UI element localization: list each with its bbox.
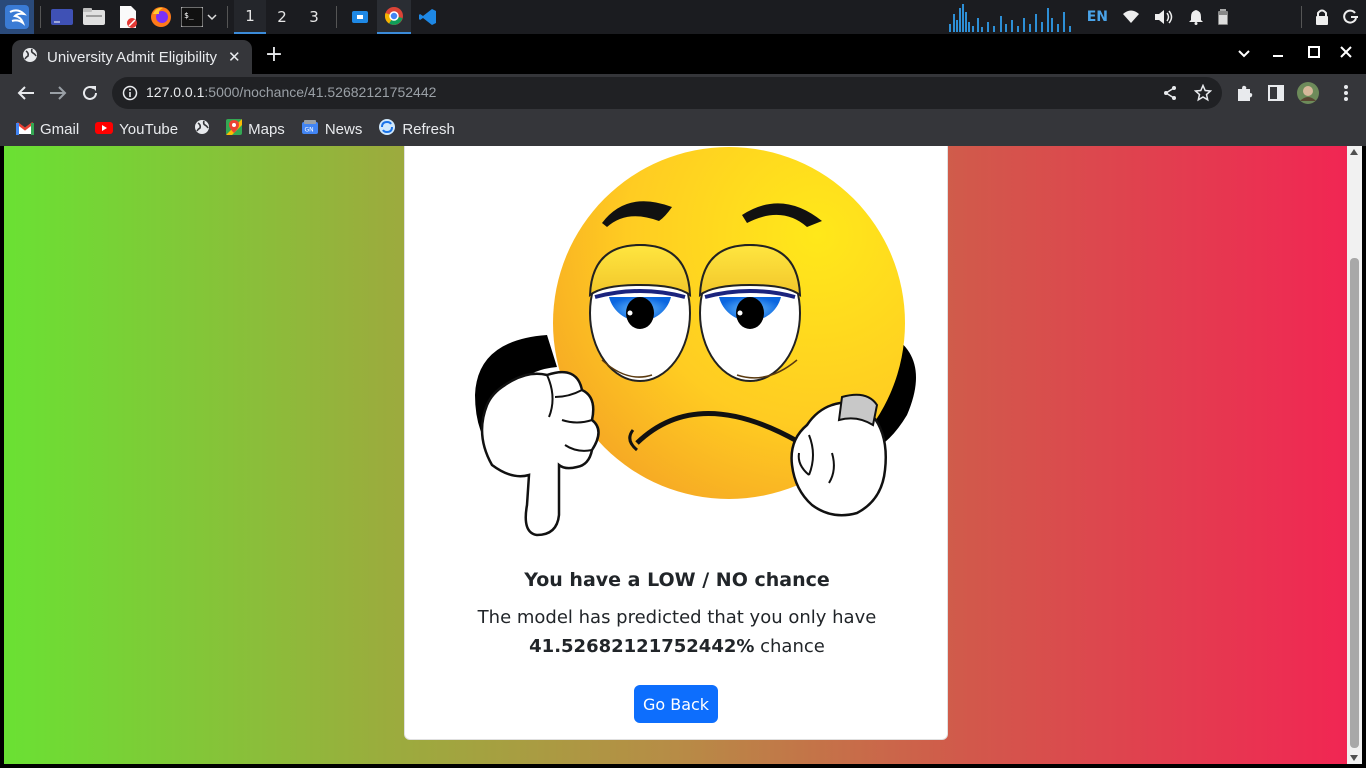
- taskbar-separator: [336, 6, 337, 28]
- scrollbar-thumb[interactable]: [1350, 258, 1359, 748]
- bookmark-label: Maps: [248, 120, 285, 138]
- tab-strip: University Admit Eligibility ✕ +: [0, 34, 1366, 74]
- bookmark-youtube[interactable]: YouTube: [95, 120, 178, 139]
- gmail-icon: [16, 120, 34, 139]
- page-scrollbar[interactable]: [1347, 146, 1362, 764]
- bookmark-label: Gmail: [40, 120, 80, 138]
- kali-menu-icon[interactable]: [0, 0, 34, 34]
- browser-toolbar: 127.0.0.1:5000/nochance/41.5268212175244…: [0, 74, 1366, 112]
- taskbar-separator: [227, 6, 228, 28]
- svg-text:$_: $_: [184, 11, 194, 20]
- reload-icon[interactable]: [78, 81, 102, 105]
- minimize-button[interactable]: [1266, 44, 1290, 64]
- result-description: The model has predicted that you only ha…: [405, 603, 949, 661]
- menu-kebab-icon[interactable]: [1334, 81, 1358, 105]
- page-viewport: You have a LOW / NO chance The model has…: [4, 146, 1347, 764]
- go-back-button[interactable]: Go Back: [634, 685, 718, 723]
- bookmark-gmail[interactable]: Gmail: [16, 120, 79, 139]
- back-arrow-icon[interactable]: [14, 81, 38, 105]
- tab-search-chevron-icon[interactable]: [1232, 44, 1256, 64]
- tab-title: University Admit Eligibility: [47, 48, 218, 66]
- notification-bell-icon[interactable]: [1188, 0, 1204, 34]
- scroll-down-arrow-icon[interactable]: [1350, 755, 1358, 761]
- cpu-graph: [945, 0, 1073, 34]
- scroll-up-arrow-icon[interactable]: [1350, 149, 1358, 155]
- terminal-icon[interactable]: $_: [177, 0, 221, 34]
- profile-avatar[interactable]: [1296, 81, 1320, 105]
- maps-icon: [226, 119, 243, 139]
- bookmark-label: Refresh: [402, 120, 455, 138]
- tab-university-admit[interactable]: University Admit Eligibility ✕: [12, 40, 252, 74]
- address-bar[interactable]: 127.0.0.1:5000/nochance/41.5268212175244…: [112, 77, 1222, 109]
- volume-icon[interactable]: [1154, 0, 1174, 34]
- bookmark-label: YouTube: [119, 120, 179, 138]
- url-text[interactable]: 127.0.0.1:5000/nochance/41.5268212175244…: [146, 84, 436, 100]
- bookmark-maps[interactable]: Maps: [226, 119, 285, 139]
- forward-arrow-icon[interactable]: [46, 81, 70, 105]
- battery-icon[interactable]: [1218, 0, 1228, 34]
- wifi-icon[interactable]: [1122, 0, 1140, 34]
- bookmark-news[interactable]: GN News: [301, 119, 363, 139]
- system-tray: EN: [938, 0, 1366, 34]
- workspace-1[interactable]: 1: [234, 0, 266, 34]
- workspace-2[interactable]: 2: [266, 0, 298, 34]
- result-percent: 41.52682121752442%: [529, 636, 755, 657]
- url-path: :5000/nochance/41.52682121752442: [204, 84, 437, 100]
- window-border: [0, 764, 1366, 768]
- share-icon[interactable]: [1162, 85, 1178, 105]
- window-border: [1362, 146, 1366, 768]
- result-card: You have a LOW / NO chance The model has…: [404, 146, 948, 740]
- window-thumbnail-icon[interactable]: [343, 0, 377, 34]
- vscode-icon[interactable]: [411, 0, 445, 34]
- svg-text:GN: GN: [304, 127, 313, 134]
- side-panel-icon[interactable]: [1264, 81, 1288, 105]
- globe-icon: [194, 119, 210, 139]
- file-manager-icon[interactable]: [77, 0, 111, 34]
- bookmark-refresh[interactable]: Refresh: [378, 118, 455, 140]
- close-tab-icon[interactable]: ✕: [228, 48, 241, 66]
- new-tab-button[interactable]: +: [262, 44, 286, 68]
- youtube-icon: [95, 120, 114, 139]
- logout-icon[interactable]: [1343, 0, 1359, 34]
- chrome-icon[interactable]: [377, 0, 411, 34]
- news-icon: GN: [301, 119, 319, 139]
- workspace-3[interactable]: 3: [298, 0, 330, 34]
- desktop-icon[interactable]: [47, 0, 77, 34]
- url-host: 127.0.0.1: [146, 84, 205, 100]
- extensions-puzzle-icon[interactable]: [1232, 81, 1256, 105]
- sad-thumbs-down-emoji-image: [475, 147, 916, 537]
- site-info-icon[interactable]: [122, 85, 138, 105]
- bookmark-label: News: [324, 120, 363, 138]
- close-window-button[interactable]: [1334, 44, 1358, 64]
- text-editor-icon[interactable]: [111, 0, 145, 34]
- bookmark-star-icon[interactable]: [1193, 83, 1213, 106]
- language-indicator[interactable]: EN: [1087, 0, 1108, 34]
- bookmark-globe[interactable]: [194, 119, 210, 139]
- taskbar-separator: [40, 6, 41, 28]
- result-percent-suffix: chance: [754, 636, 825, 657]
- refresh-icon: [378, 118, 396, 140]
- result-line: The model has predicted that you only ha…: [477, 607, 877, 628]
- os-taskbar: $_ 1 2 3 EN: [0, 0, 1366, 34]
- firefox-icon[interactable]: [145, 0, 177, 34]
- lock-icon[interactable]: [1315, 0, 1329, 34]
- result-heading: You have a LOW / NO chance: [524, 569, 830, 591]
- browser-window: University Admit Eligibility ✕ + 127.0.0…: [0, 34, 1366, 146]
- maximize-button[interactable]: [1302, 44, 1326, 64]
- bookmarks-bar: Gmail YouTube Maps GN News Refresh: [0, 112, 1366, 146]
- globe-icon: [22, 47, 38, 67]
- taskbar-separator: [1301, 6, 1302, 28]
